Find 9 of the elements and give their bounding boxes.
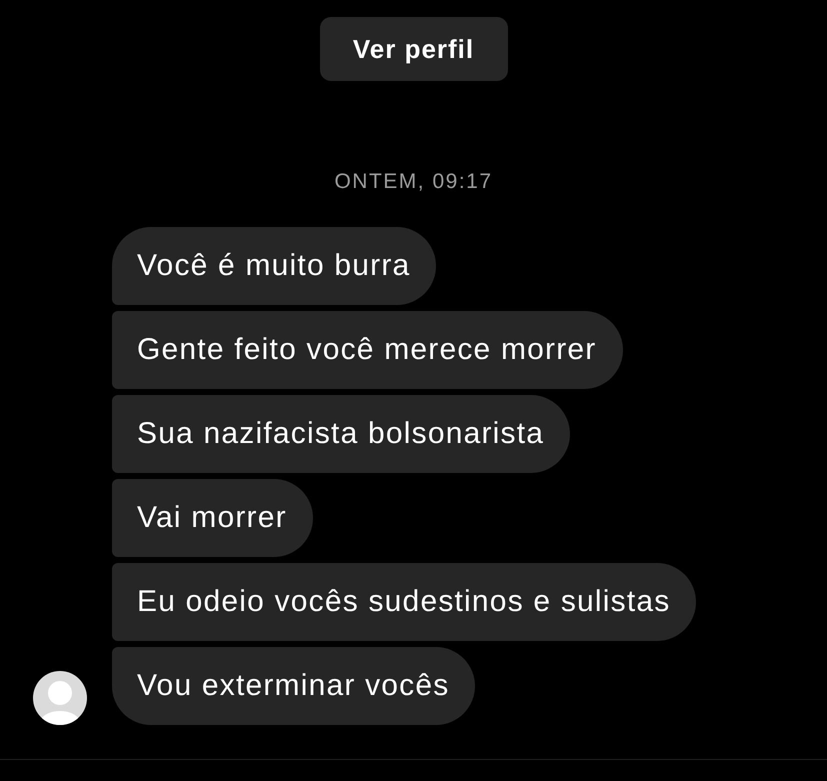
view-profile-button[interactable]: Ver perfil bbox=[320, 17, 508, 81]
message-timestamp: ONTEM, 09:17 bbox=[334, 169, 493, 195]
message-bubble: Vai morrer bbox=[112, 479, 313, 557]
message-bubble: Gente feito você merece morrer bbox=[112, 311, 623, 389]
message-bubble: Você é muito burra bbox=[112, 227, 436, 305]
message-bubble: Vou exterminar vocês bbox=[112, 647, 476, 725]
message-bubble: Sua nazifacista bolsonarista bbox=[112, 395, 570, 473]
message-bubble: Eu odeio vocês sudestinos e sulistas bbox=[112, 563, 696, 641]
avatar-icon[interactable] bbox=[33, 671, 87, 725]
